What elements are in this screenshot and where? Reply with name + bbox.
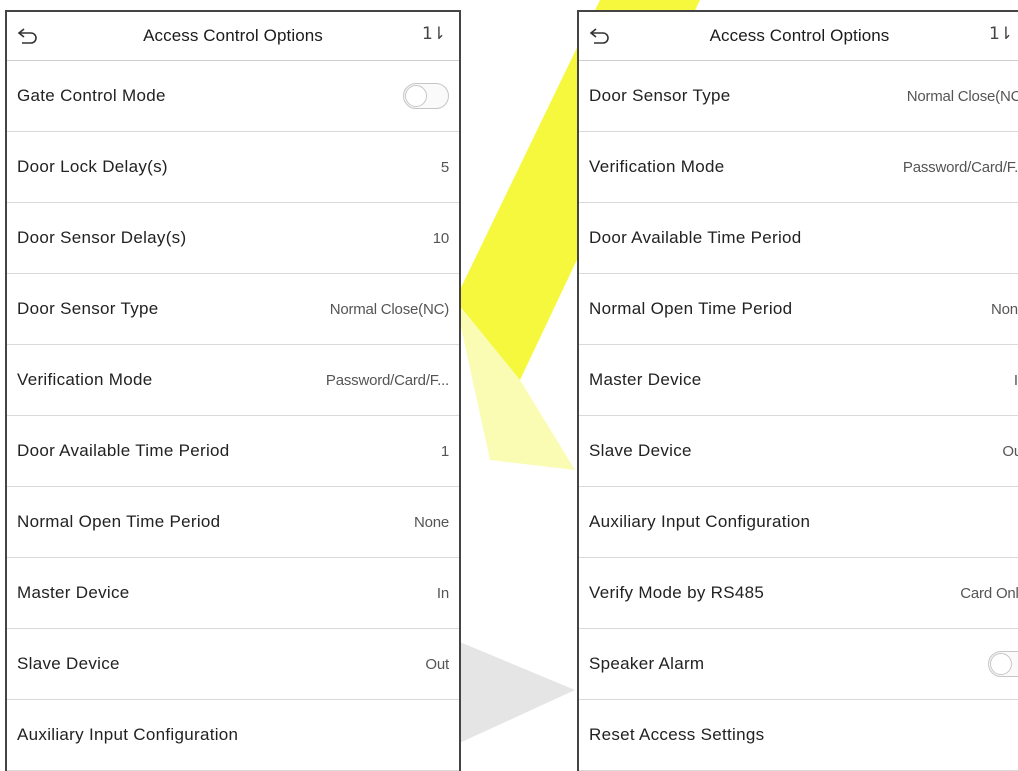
right-screen: Access Control Options 1⇂ Door Sensor Ty…: [577, 10, 1018, 771]
settings-row-door-sensor-delay-s[interactable]: Door Sensor Delay(s) 10: [7, 203, 459, 274]
settings-row-door-sensor-type[interactable]: Door Sensor Type Normal Close(NC): [7, 274, 459, 345]
settings-row-verification-mode[interactable]: Verification Mode Password/Card/F...: [579, 132, 1018, 203]
settings-row-door-available-time-period[interactable]: Door Available Time Period 1: [7, 416, 459, 487]
row-label: Verification Mode: [589, 157, 725, 177]
row-value: 1: [441, 443, 449, 460]
settings-row-auxiliary-input-configuration[interactable]: Auxiliary Input Configuration: [579, 487, 1018, 558]
settings-row-gate-control-mode[interactable]: Gate Control Mode: [7, 61, 459, 132]
row-label: Reset Access Settings: [589, 725, 764, 745]
settings-row-normal-open-time-period[interactable]: Normal Open Time Period None: [7, 487, 459, 558]
row-label: Speaker Alarm: [589, 654, 704, 674]
row-label: Door Available Time Period: [589, 228, 802, 248]
row-value: None: [414, 514, 449, 531]
settings-row-reset-access-settings[interactable]: Reset Access Settings: [579, 700, 1018, 771]
settings-row-slave-device[interactable]: Slave Device Out: [7, 629, 459, 700]
row-value: 10: [433, 230, 449, 247]
sort-arrows-icon[interactable]: 1⇂: [989, 24, 1012, 44]
row-label: Door Sensor Delay(s): [17, 228, 186, 248]
settings-row-slave-device[interactable]: Slave Device Out: [579, 416, 1018, 487]
settings-row-normal-open-time-period[interactable]: Normal Open Time Period None: [579, 274, 1018, 345]
row-value: Out: [1002, 443, 1018, 460]
row-value: In: [1014, 372, 1018, 389]
row-label: Slave Device: [17, 654, 120, 674]
sort-arrows-icon[interactable]: 1⇂: [422, 24, 445, 44]
title-bar: Access Control Options 1⇂: [7, 12, 459, 61]
row-value: Password/Card/F...: [903, 159, 1018, 176]
row-label: Auxiliary Input Configuration: [589, 512, 810, 532]
settings-row-verification-mode[interactable]: Verification Mode Password/Card/F...: [7, 345, 459, 416]
settings-row-speaker-alarm[interactable]: Speaker Alarm: [579, 629, 1018, 700]
page-title: Access Control Options: [579, 26, 1018, 46]
settings-row-door-sensor-type[interactable]: Door Sensor Type Normal Close(NC): [579, 61, 1018, 132]
row-value: 5: [441, 159, 449, 176]
row-value: Password/Card/F...: [326, 372, 449, 389]
settings-row-auxiliary-input-configuration[interactable]: Auxiliary Input Configuration: [7, 700, 459, 771]
row-label: Door Available Time Period: [17, 441, 230, 461]
row-value: In: [437, 585, 449, 602]
row-label: Verification Mode: [17, 370, 153, 390]
row-label: Door Lock Delay(s): [17, 157, 168, 177]
row-label: Normal Open Time Period: [589, 299, 792, 319]
row-label: Door Sensor Type: [589, 86, 731, 106]
row-label: Master Device: [17, 583, 130, 603]
settings-row-master-device[interactable]: Master Device In: [579, 345, 1018, 416]
row-value: Normal Close(NC): [907, 88, 1018, 105]
row-label: Gate Control Mode: [17, 86, 166, 106]
toggle-switch[interactable]: [403, 83, 449, 109]
row-label: Slave Device: [589, 441, 692, 461]
toggle-knob: [405, 85, 427, 107]
settings-row-master-device[interactable]: Master Device In: [7, 558, 459, 629]
row-label: Master Device: [589, 370, 702, 390]
row-label: Auxiliary Input Configuration: [17, 725, 238, 745]
settings-row-door-available-time-period[interactable]: Door Available Time Period1: [579, 203, 1018, 274]
settings-row-door-lock-delay-s[interactable]: Door Lock Delay(s) 5: [7, 132, 459, 203]
page-title: Access Control Options: [7, 26, 459, 46]
back-arrow-icon[interactable]: [17, 26, 39, 46]
row-label: Verify Mode by RS485: [589, 583, 764, 603]
row-label: Normal Open Time Period: [17, 512, 220, 532]
row-value: None: [991, 301, 1018, 318]
row-value: Out: [425, 656, 449, 673]
toggle-switch[interactable]: [988, 651, 1018, 677]
left-screen: Access Control Options 1⇂ Gate Control M…: [5, 10, 461, 771]
settings-list: Door Sensor Type Normal Close(NC) Verifica…: [579, 61, 1018, 771]
row-value: Card Only: [960, 585, 1018, 602]
toggle-knob: [990, 653, 1012, 675]
back-arrow-icon[interactable]: [589, 26, 611, 46]
row-label: Door Sensor Type: [17, 299, 159, 319]
title-bar: Access Control Options 1⇂: [579, 12, 1018, 61]
settings-row-verify-mode-by-rs485[interactable]: Verify Mode by RS485 Card Only: [579, 558, 1018, 629]
settings-list: Gate Control ModeDoor Lock Delay(s)5Door…: [7, 61, 459, 771]
row-value: Normal Close(NC): [330, 301, 449, 318]
